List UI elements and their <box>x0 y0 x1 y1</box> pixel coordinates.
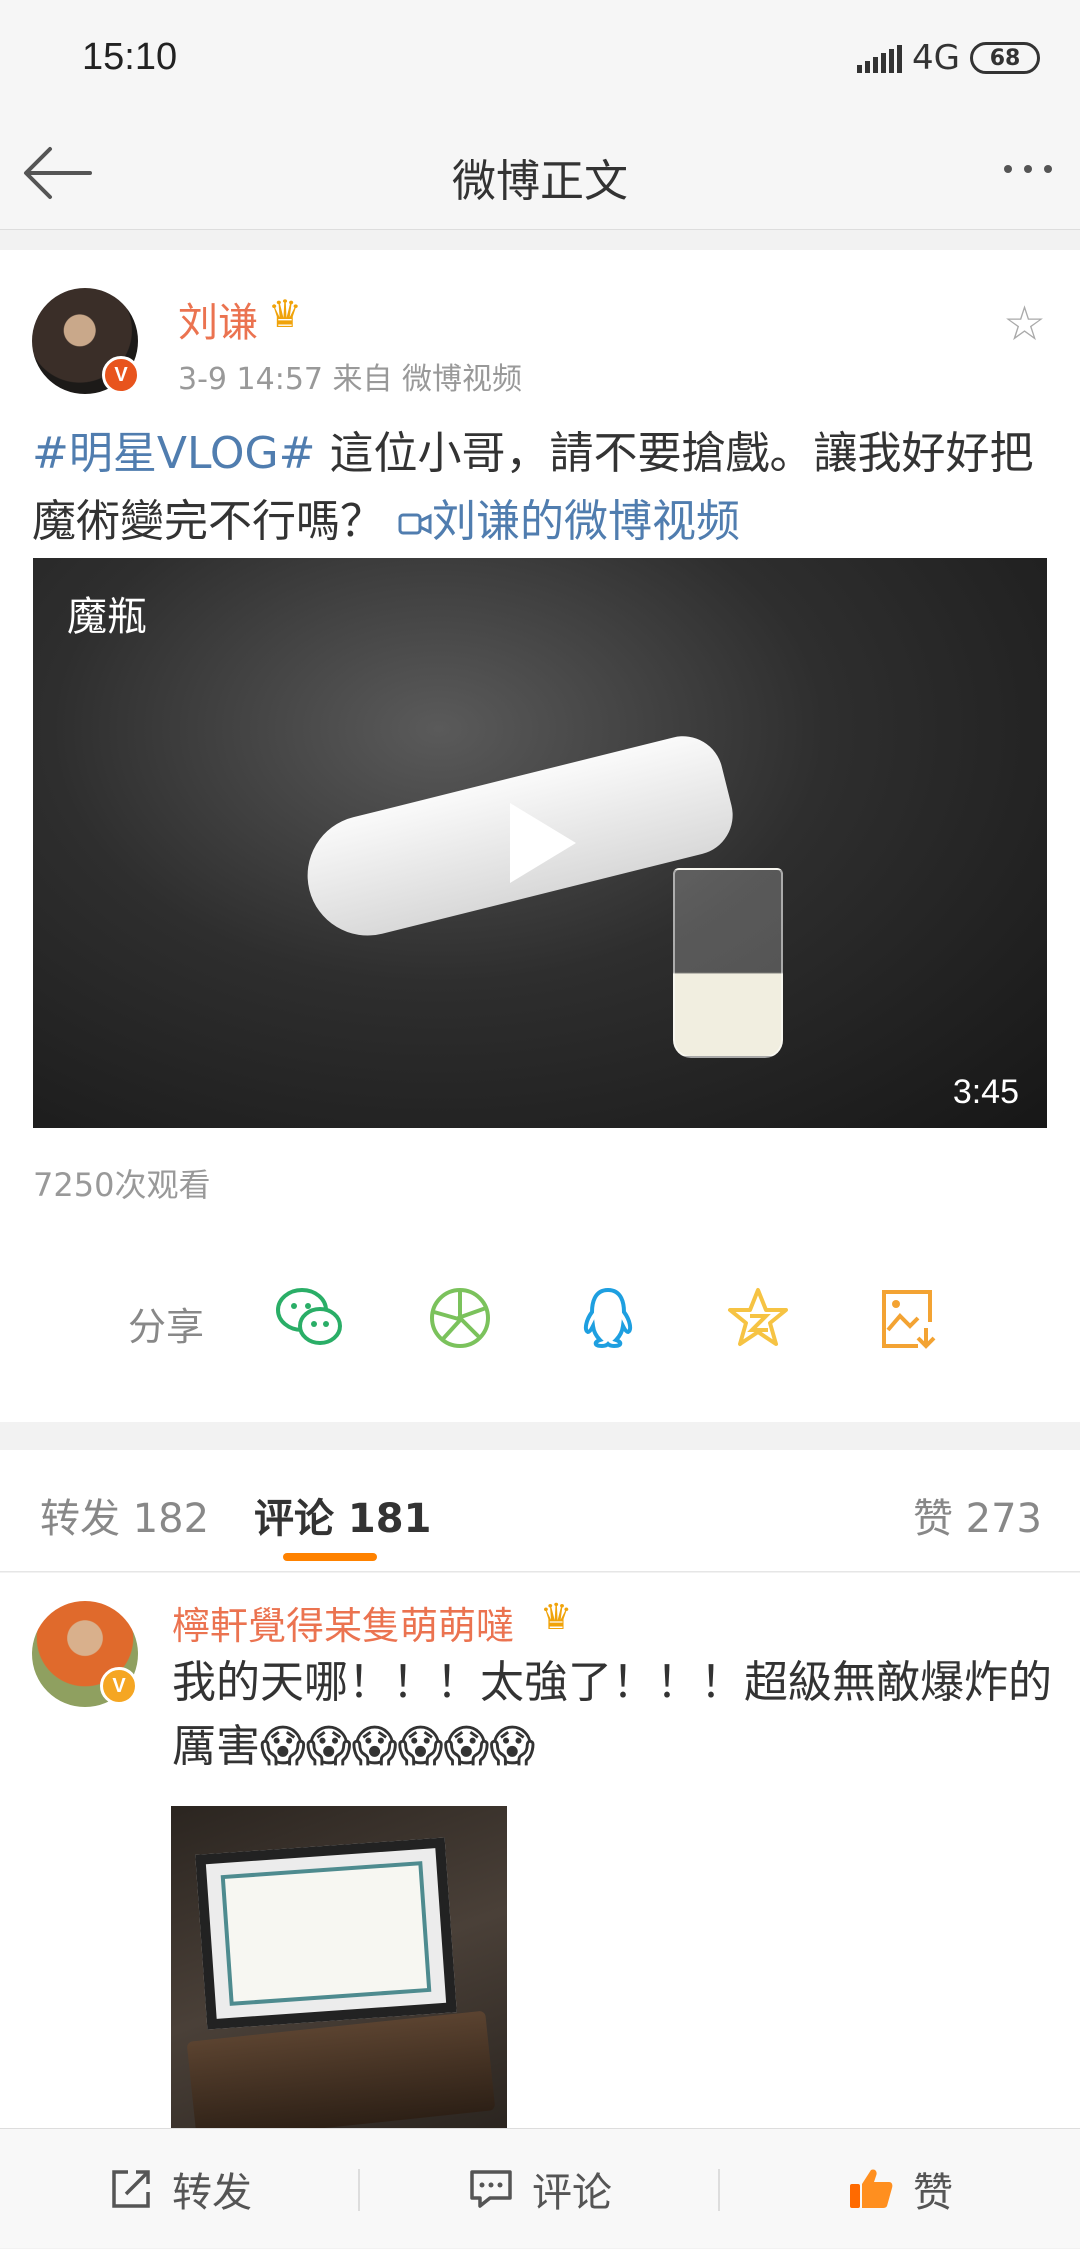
comment-image[interactable] <box>171 1806 507 2128</box>
comment-text: 我的天哪！！！太強了！！！超級無敵爆炸的厲害😱😱😱😱😱😱 <box>172 1657 1052 1772</box>
comment-icon <box>470 2170 512 2208</box>
repost-button[interactable]: 转发 <box>0 2129 360 2249</box>
share-label: 分享 <box>128 1305 205 1349</box>
dot-icon <box>1004 165 1012 173</box>
interaction-tabs: 转发 182 评论 181 赞 273 <box>0 1450 1080 1572</box>
dot-icon <box>1044 165 1052 173</box>
verified-badge-icon: V <box>102 356 140 394</box>
share-qzone-button[interactable] <box>722 1282 794 1354</box>
comment-label: 评论 <box>532 2170 612 2216</box>
battery-icon: 68 <box>970 42 1040 74</box>
like-button[interactable]: 赞 <box>720 2129 1080 2249</box>
status-bar: 15:10 4G 68 <box>0 0 1080 115</box>
repost-label: 转发 <box>172 2170 252 2216</box>
page-title: 微博正文 <box>452 156 628 207</box>
dot-icon <box>1024 165 1032 173</box>
qzone-icon <box>728 1288 788 1346</box>
thumbs-up-icon <box>850 2169 893 2208</box>
vip-crown-icon: ♛ <box>268 292 303 336</box>
favorite-star-button[interactable]: ☆ <box>1003 296 1046 352</box>
view-count: 7250次观看 <box>33 1166 211 1204</box>
vip-crown-icon: ♛ <box>540 1597 573 1638</box>
status-time: 15:10 <box>82 36 178 78</box>
qq-icon <box>583 1287 633 1349</box>
share-wechat-button[interactable] <box>274 1282 346 1354</box>
post-meta: 3-9 14:57 来自 微博视频 <box>178 362 523 397</box>
video-player[interactable]: 魔瓶 3:45 <box>33 558 1047 1128</box>
play-icon[interactable] <box>510 803 576 883</box>
active-tab-indicator <box>283 1553 377 1561</box>
wooden-box <box>186 2010 496 2128</box>
video-link-icon <box>398 513 432 535</box>
verified-badge-icon: V <box>100 1667 138 1705</box>
like-label: 赞 <box>913 2170 953 2216</box>
tab-like[interactable]: 赞 273 <box>913 1486 1042 1544</box>
more-options-button[interactable] <box>1004 165 1052 173</box>
share-qq-button[interactable] <box>572 1282 644 1354</box>
tab-repost[interactable]: 转发 182 <box>40 1486 209 1544</box>
commenter-name[interactable]: 檸軒覺得某隻萌萌噠 <box>172 1595 514 1650</box>
video-frame-cup <box>673 868 783 1058</box>
author-name[interactable]: 刘谦 <box>178 290 258 348</box>
status-indicators: 4G 68 <box>857 38 1040 78</box>
share-moments-button[interactable] <box>424 1282 496 1354</box>
topic-link[interactable]: #明星VLOG# <box>32 428 316 479</box>
post-card: V 刘谦 ♛ 3-9 14:57 来自 微博视频 ☆ #明星VLOG# 這位小哥… <box>0 250 1080 1422</box>
save-image-button[interactable] <box>872 1282 944 1354</box>
certificate-frame <box>195 1837 457 2030</box>
tab-comment[interactable]: 评论 181 <box>254 1486 431 1544</box>
video-duration: 3:45 <box>952 1073 1019 1111</box>
video-title: 魔瓶 <box>67 594 147 640</box>
post-text: #明星VLOG# 這位小哥，請不要搶戲。讓我好好把魔術變完不行嗎？ 刘谦的微博视… <box>32 420 1052 556</box>
moments-icon <box>430 1288 490 1348</box>
wechat-icon <box>276 1288 342 1345</box>
video-link-label: 刘谦的微博视频 <box>432 496 740 547</box>
comment-item: V 檸軒覺得某隻萌萌噠 ♛ 我的天哪！！！太強了！！！超級無敵爆炸的厲害😱😱😱😱… <box>0 1573 1080 2128</box>
bottom-action-bar: 转发 评论 赞 <box>0 2128 1080 2248</box>
repost-icon <box>112 2170 150 2208</box>
signal-icon <box>857 43 903 73</box>
comment-button[interactable]: 评论 <box>360 2129 720 2249</box>
nav-bar: 微博正文 <box>0 115 1080 230</box>
save-image-icon <box>882 1290 936 1349</box>
video-link[interactable]: 刘谦的微博视频 <box>398 496 740 547</box>
network-type: 4G <box>912 38 960 78</box>
share-row: 分享 <box>0 1270 1080 1370</box>
